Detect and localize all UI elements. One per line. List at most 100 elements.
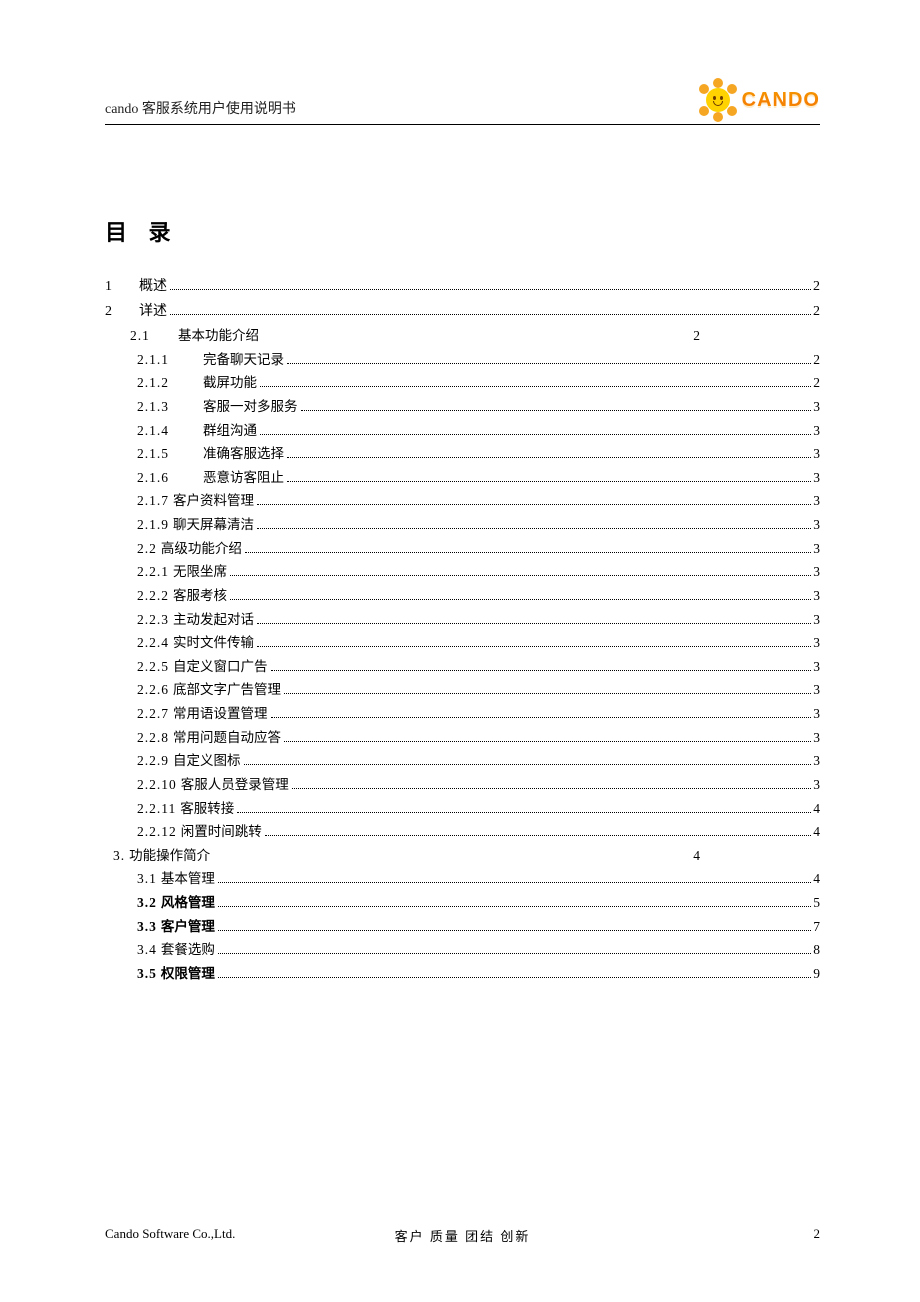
- toc-leader: [292, 788, 812, 789]
- toc-label: 恶意访客阻止: [199, 466, 284, 490]
- toc-num: 2.2.10: [137, 773, 177, 797]
- toc-leader: [262, 326, 691, 340]
- toc-entry[interactable]: 2.2.4 实时文件传输 3: [105, 631, 820, 655]
- toc-leader: [230, 575, 811, 576]
- toc-entry[interactable]: 2.2.12 闲置时间跳转 4: [105, 820, 820, 844]
- toc-num: 2.2.1: [137, 560, 169, 584]
- toc-entry[interactable]: 2.2.10 客服人员登录管理 3: [105, 773, 820, 797]
- toc-num: 2.2.6: [137, 678, 169, 702]
- toc-entry[interactable]: 2.1.9 聊天屏幕清洁 3: [105, 513, 820, 537]
- toc-num: 2.1.5: [137, 442, 199, 466]
- toc-leader: [230, 599, 811, 600]
- toc-page: 2: [813, 371, 820, 395]
- toc-entry[interactable]: 2.1.5 准确客服选择 3: [105, 442, 820, 466]
- toc-entry[interactable]: 2.2.8 常用问题自动应答 3: [105, 726, 820, 750]
- toc-leader: [265, 835, 812, 836]
- toc-entry[interactable]: 2.1.7 客户资料管理 3: [105, 489, 820, 513]
- toc-label: 聊天屏幕清洁: [169, 513, 254, 537]
- toc-label: 概述: [135, 275, 167, 300]
- toc-entry[interactable]: 2.2 高级功能介绍 3: [105, 537, 820, 561]
- toc-entry[interactable]: 3.3 客户管理 7: [105, 915, 820, 939]
- toc-leader: [218, 953, 811, 954]
- toc-page: 3: [813, 584, 820, 608]
- table-of-contents: 1 概述 2 2 详述 2 2.1 基本功能介绍 2 2.1.1 完备聊天记录 …: [105, 275, 820, 986]
- toc-label: 实时文件传输: [169, 631, 254, 655]
- toc-page: 2: [813, 348, 820, 372]
- toc-num: 2.1.7: [137, 489, 169, 513]
- toc-num: 3.4: [137, 938, 157, 962]
- toc-entry[interactable]: 2.2.9 自定义图标 3: [105, 749, 820, 773]
- toc-leader: [301, 410, 812, 411]
- toc-num: 2: [105, 300, 135, 325]
- toc-label: 风格管理: [157, 891, 215, 915]
- toc-entry[interactable]: 2.1.6 恶意访客阻止 3: [105, 466, 820, 490]
- toc-label: 常用问题自动应答: [169, 726, 281, 750]
- toc-entry[interactable]: 3. 功能操作简介 4: [105, 844, 820, 868]
- toc-label: 客服一对多服务: [199, 395, 298, 419]
- toc-num: 3.2: [137, 891, 157, 915]
- toc-leader: [257, 646, 811, 647]
- toc-entry[interactable]: 2.1.1 完备聊天记录 2: [105, 348, 820, 372]
- toc-num: 3.3: [137, 915, 157, 939]
- toc-leader: [284, 693, 811, 694]
- toc-leader: [218, 930, 811, 931]
- toc-label: 套餐选购: [157, 938, 215, 962]
- toc-leader: [213, 846, 691, 860]
- toc-entry[interactable]: 1 概述 2: [105, 275, 820, 300]
- toc-page: 3: [813, 466, 820, 490]
- toc-num: 2.1.1: [137, 348, 199, 372]
- toc-label: 主动发起对话: [169, 608, 254, 632]
- toc-num: 2.2.8: [137, 726, 169, 750]
- toc-entry[interactable]: 2 详述 2: [105, 300, 820, 325]
- toc-label: 底部文字广告管理: [169, 678, 281, 702]
- toc-entry[interactable]: 2.1.2 截屏功能 2: [105, 371, 820, 395]
- toc-page: 9: [813, 962, 820, 986]
- toc-entry[interactable]: 2.1 基本功能介绍 2: [105, 324, 820, 348]
- toc-entry[interactable]: 2.1.4 群组沟通 3: [105, 419, 820, 443]
- toc-label: 自定义窗口广告: [169, 655, 268, 679]
- toc-label: 高级功能介绍: [157, 537, 242, 561]
- toc-num: 3.5: [137, 962, 157, 986]
- toc-label: 无限坐席: [169, 560, 227, 584]
- toc-page: 4: [693, 844, 700, 868]
- toc-num: 3.: [113, 844, 125, 868]
- toc-page: 3: [813, 702, 820, 726]
- toc-leader: [218, 977, 811, 978]
- toc-entry[interactable]: 3.4 套餐选购 8: [105, 938, 820, 962]
- toc-leader: [260, 386, 811, 387]
- toc-entry[interactable]: 2.2.11 客服转接 4: [105, 797, 820, 821]
- toc-entry[interactable]: 2.2.1 无限坐席 3: [105, 560, 820, 584]
- toc-label: 自定义图标: [169, 749, 241, 773]
- toc-leader: [245, 552, 811, 553]
- toc-num: 2.1: [130, 324, 174, 348]
- toc-entry[interactable]: 2.2.3 主动发起对话 3: [105, 608, 820, 632]
- toc-label: 基本管理: [157, 867, 215, 891]
- toc-label: 客服转接: [176, 797, 234, 821]
- toc-entry[interactable]: 2.2.5 自定义窗口广告 3: [105, 655, 820, 679]
- toc-entry[interactable]: 2.2.6 底部文字广告管理 3: [105, 678, 820, 702]
- toc-leader: [287, 481, 811, 482]
- toc-leader: [257, 623, 811, 624]
- toc-entry[interactable]: 3.1 基本管理 4: [105, 867, 820, 891]
- toc-entry[interactable]: 2.2.2 客服考核 3: [105, 584, 820, 608]
- toc-num: 2.2.11: [137, 797, 176, 821]
- toc-page: 4: [813, 820, 820, 844]
- toc-label: 客户资料管理: [169, 489, 254, 513]
- toc-entry[interactable]: 2.2.7 常用语设置管理 3: [105, 702, 820, 726]
- page-header: cando 客服系统用户使用说明书 CANDO: [105, 80, 820, 125]
- header-title: cando 客服系统用户使用说明书: [105, 98, 296, 120]
- toc-page: 3: [813, 395, 820, 419]
- toc-entry[interactable]: 3.5 权限管理 9: [105, 962, 820, 986]
- toc-page: 3: [813, 537, 820, 561]
- toc-page: 4: [813, 867, 820, 891]
- toc-num: 2.1.9: [137, 513, 169, 537]
- toc-page: 2: [693, 324, 700, 348]
- brand-logo: CANDO: [698, 80, 820, 120]
- toc-page: 3: [813, 489, 820, 513]
- toc-page: 3: [813, 560, 820, 584]
- toc-label: 客服人员登录管理: [177, 773, 289, 797]
- toc-entry[interactable]: 2.1.3 客服一对多服务 3: [105, 395, 820, 419]
- toc-num: 2.2: [137, 537, 157, 561]
- toc-num: 3.1: [137, 867, 157, 891]
- toc-entry[interactable]: 3.2 风格管理 5: [105, 891, 820, 915]
